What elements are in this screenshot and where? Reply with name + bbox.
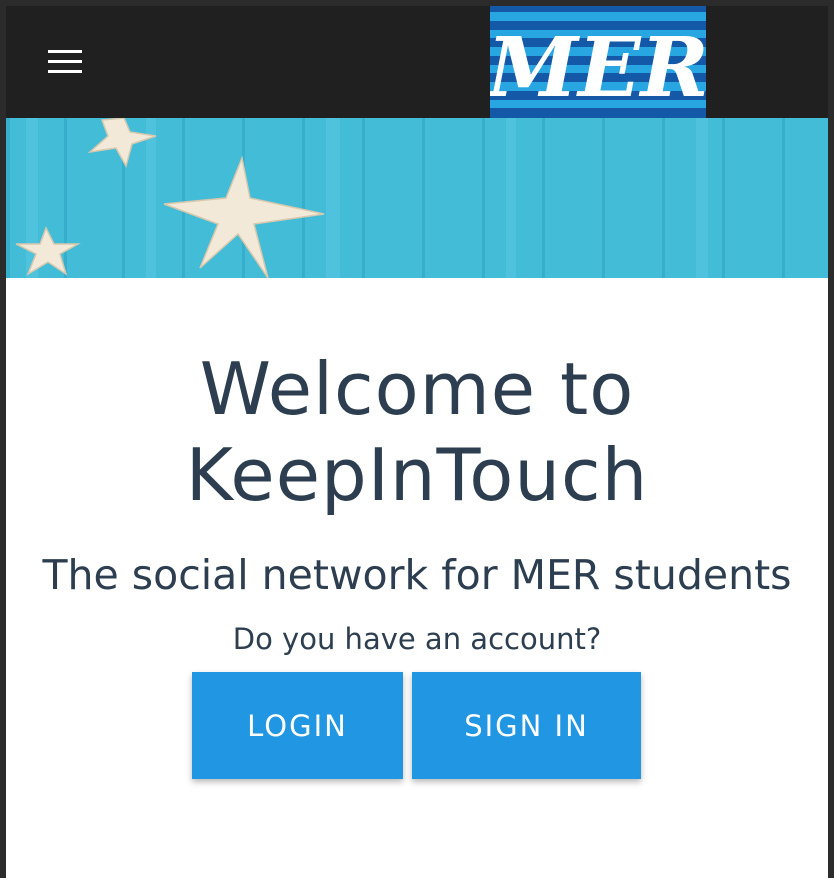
starfish-banner-image: [6, 118, 828, 278]
logo-graphic: MER: [490, 6, 706, 121]
app-frame: MER Welcome to KeepInTouch The social ne…: [6, 6, 828, 878]
menu-bar: [48, 60, 82, 63]
logo-text: MER: [490, 20, 706, 116]
mer-logo[interactable]: MER: [490, 6, 706, 121]
login-button[interactable]: LOGIN: [192, 672, 403, 779]
menu-bar: [48, 70, 82, 73]
welcome-section: Welcome to KeepInTouch The social networ…: [6, 278, 828, 878]
title-line-1: Welcome to: [199, 347, 635, 431]
sign-in-button[interactable]: SIGN IN: [412, 672, 641, 779]
account-question: Do you have an account?: [232, 622, 602, 656]
tagline: The social network for MER students: [42, 551, 792, 599]
top-navbar: MER: [6, 6, 828, 121]
menu-bar: [48, 50, 82, 53]
page-title: Welcome to KeepInTouch: [6, 346, 828, 518]
hamburger-menu-icon[interactable]: [46, 48, 84, 76]
title-line-2: KeepInTouch: [185, 433, 649, 517]
